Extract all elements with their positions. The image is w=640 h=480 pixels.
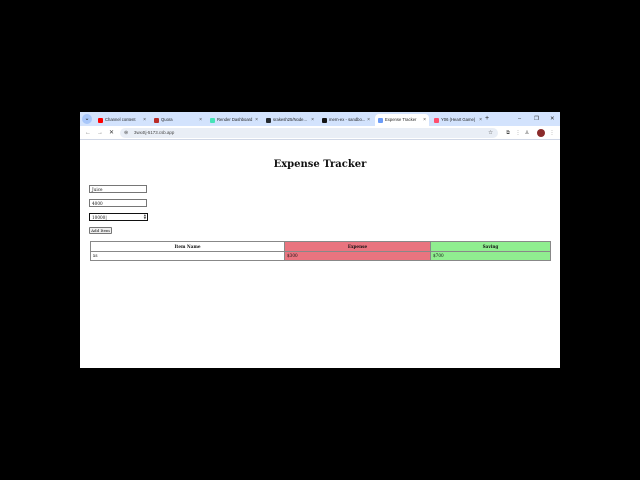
item-name-input[interactable]: Juice — [89, 185, 147, 193]
site-info-icon[interactable]: ⊜ — [124, 128, 128, 138]
header-saving: Saving — [430, 241, 551, 252]
tab-label: mern-ex - sandbo... — [329, 117, 366, 122]
tab-label: Channel content — [105, 117, 136, 122]
header-expense: Expense — [284, 241, 431, 252]
tab-favicon-icon — [154, 117, 159, 123]
new-tab-button[interactable]: + — [485, 114, 489, 124]
tab-label: srakesh25/Node... — [273, 117, 307, 122]
income-value: 10000 — [92, 215, 106, 220]
cell-expense: $300 — [284, 250, 431, 261]
tab-bar: ⌄ Channel content × Quora × Render Dashboard… — [80, 112, 560, 126]
tab-favicon-icon — [266, 117, 271, 123]
table-header-row: Item Name Expense Saving — [90, 241, 551, 252]
stepper-icon[interactable]: ▲ ▼ — [144, 213, 146, 221]
url-text: 3wx4tj-5173.csb.app — [134, 130, 175, 135]
tab-close-icon[interactable]: × — [255, 114, 258, 126]
browser-tab[interactable]: Channel content × — [95, 114, 149, 126]
header-item-name: Item Name — [90, 241, 285, 252]
forward-icon[interactable]: → — [97, 128, 103, 138]
tab-search-icon[interactable]: ⌄ — [82, 114, 92, 124]
browser-tab[interactable]: Y06 (Heart Game) × — [431, 114, 485, 126]
browser-tab[interactable]: Quora × — [151, 114, 205, 126]
divider-icon: ⋮ — [515, 130, 521, 136]
tab-label: Render Dashboard — [217, 117, 253, 122]
tab-favicon-icon — [434, 117, 439, 123]
cell-item-name: xs — [90, 250, 285, 261]
expense-input[interactable]: 4000 — [89, 199, 147, 207]
page-content: Expense Tracker Juice 4000 10000| ▲ ▼ Add… — [80, 141, 560, 368]
expense-table: Item Name Expense Saving xs $300 $700 — [90, 241, 551, 261]
tab-favicon-icon — [378, 117, 383, 123]
browser-tab[interactable]: Expense Tracker × — [375, 114, 429, 126]
tab-label: Quora — [161, 117, 173, 122]
tab-favicon-icon — [210, 117, 215, 123]
tab-label: Y06 (Heart Game) — [441, 117, 476, 122]
tab-close-icon[interactable]: × — [311, 114, 314, 126]
add-item-button[interactable]: Add Item — [89, 227, 112, 234]
tab-close-icon[interactable]: × — [423, 114, 426, 126]
profile-icon[interactable]: ♙ — [524, 129, 530, 137]
extensions-icon[interactable]: ⧉ — [505, 129, 511, 137]
browser-window: ⌄ Channel content × Quora × Render Dashboard… — [80, 112, 560, 368]
tab-close-icon[interactable]: × — [479, 114, 482, 126]
tab-label: Expense Tracker — [385, 117, 417, 122]
address-bar[interactable]: ⊜ 3wx4tj-5173.csb.app ☆ — [120, 128, 498, 138]
avatar[interactable] — [537, 129, 545, 137]
browser-tab[interactable]: Render Dashboard × — [207, 114, 261, 126]
table-row: xs $300 $700 — [90, 250, 551, 261]
tab-favicon-icon — [98, 117, 103, 123]
page-title: Expense Tracker — [273, 159, 367, 170]
tab-close-icon[interactable]: × — [199, 114, 202, 126]
back-icon[interactable]: ← — [85, 128, 91, 138]
close-window-icon[interactable]: ✕ — [550, 114, 555, 124]
browser-tab[interactable]: mern-ex - sandbo... × — [319, 114, 373, 126]
browser-toolbar: ← → ✕ ⊜ 3wx4tj-5173.csb.app ☆ ⧉ ⋮ ♙ ⋮ — [80, 126, 560, 140]
browser-tab[interactable]: srakesh25/Node... × — [263, 114, 317, 126]
bookmark-star-icon[interactable]: ☆ — [488, 128, 493, 138]
reload-icon[interactable]: ✕ — [109, 128, 114, 138]
tab-close-icon[interactable]: × — [143, 114, 146, 126]
cell-saving: $700 — [430, 250, 551, 261]
income-input[interactable]: 10000| ▲ ▼ — [89, 213, 148, 221]
maximize-icon[interactable]: ❐ — [534, 114, 539, 124]
menu-icon[interactable]: ⋮ — [549, 129, 555, 137]
minimize-icon[interactable]: – — [518, 114, 521, 124]
tab-close-icon[interactable]: × — [367, 114, 370, 126]
tab-favicon-icon — [322, 117, 327, 123]
